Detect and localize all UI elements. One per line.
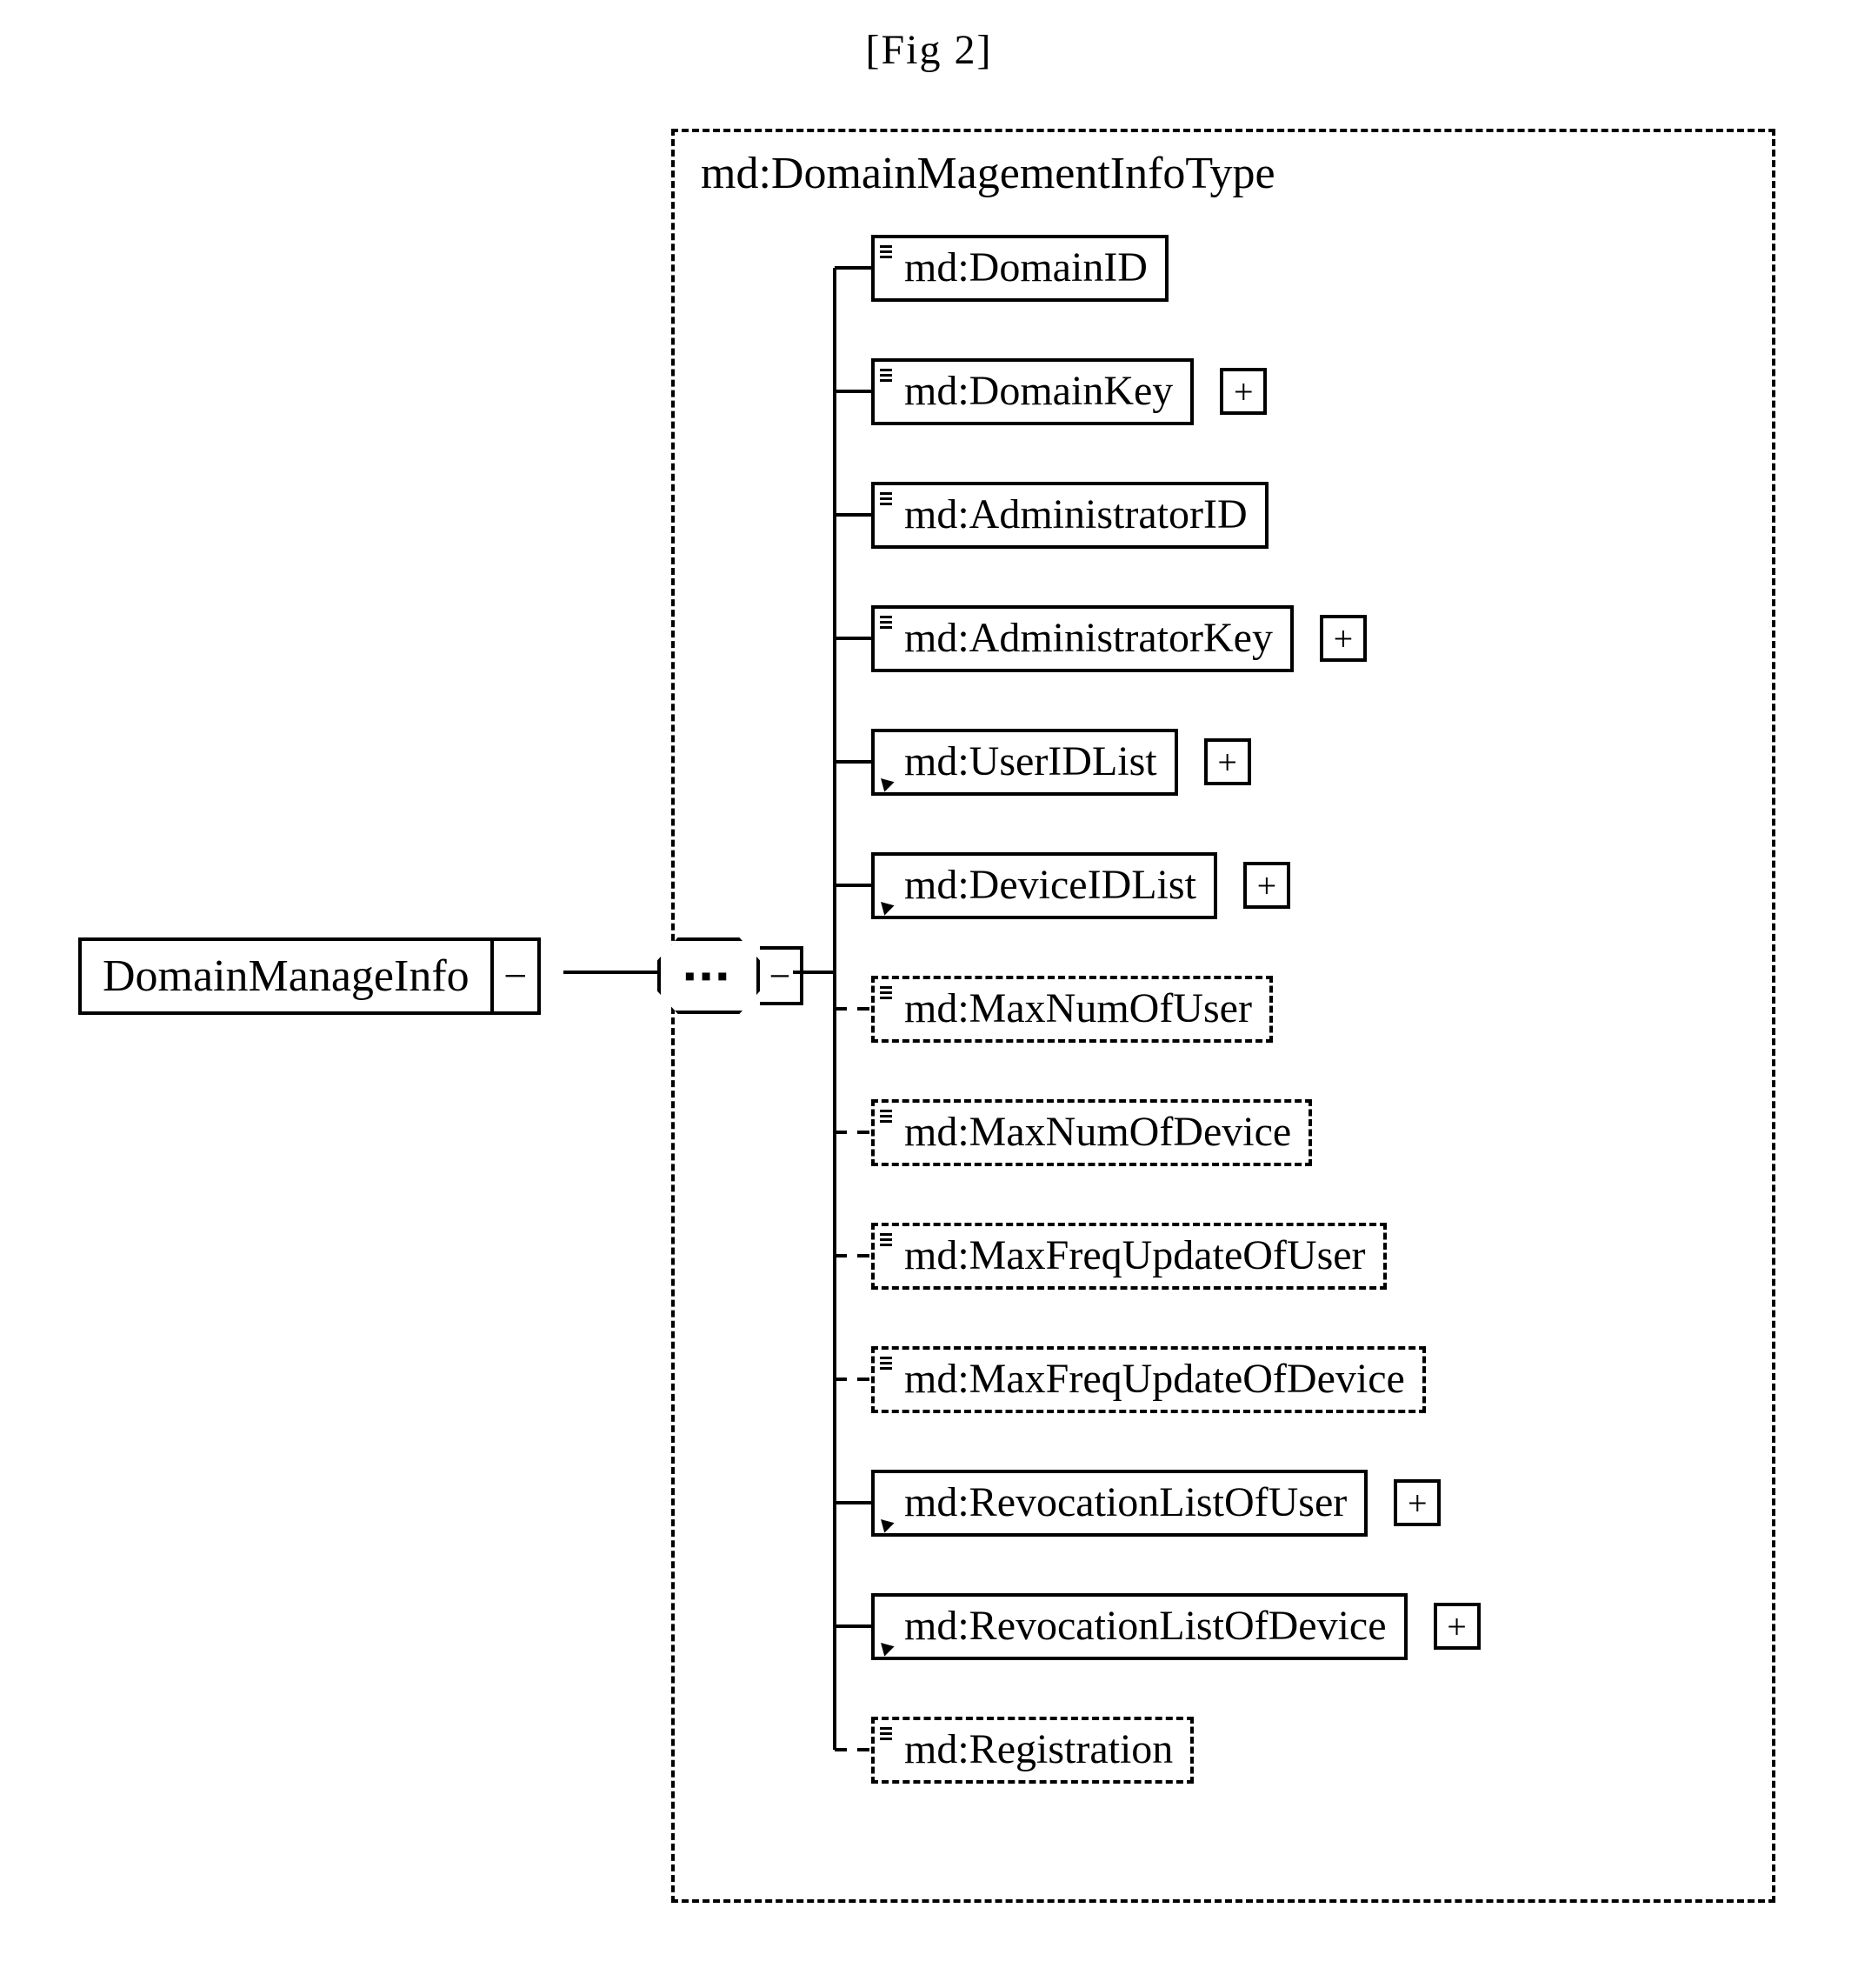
sequence-collapse-toggle[interactable]: − [760, 946, 803, 1005]
element-marker-icon [876, 1638, 894, 1656]
child-row: md:MaxFreqUpdateOfDevice [871, 1344, 1481, 1414]
child-row: md:AdministratorID [871, 480, 1481, 550]
figure-caption: [Fig 2] [0, 26, 1858, 74]
child-element: md:Registration [871, 1717, 1194, 1784]
element-marker-icon [880, 614, 894, 628]
child-element-label: md:UserIDList [904, 737, 1157, 785]
child-element: md:MaxFreqUpdateOfUser [871, 1223, 1387, 1290]
child-element-label: md:MaxFreqUpdateOfUser [904, 1231, 1366, 1279]
child-row: md:MaxNumOfUser [871, 974, 1481, 1044]
type-title: md:DomainMagementInfoType [701, 148, 1275, 199]
sequence-compositor: ▪▪▪ − [657, 937, 803, 1014]
child-element-label: md:MaxFreqUpdateOfDevice [904, 1355, 1405, 1403]
element-marker-icon [880, 1108, 894, 1122]
child-element: md:DomainID [871, 235, 1169, 302]
child-element: md:AdministratorKey [871, 605, 1294, 672]
element-marker-icon [876, 773, 894, 791]
element-marker-icon [876, 1514, 894, 1532]
child-element: md:DeviceIDList [871, 852, 1217, 919]
expand-toggle[interactable]: + [1320, 615, 1367, 662]
child-element: md:UserIDList [871, 729, 1178, 796]
child-row: md:DomainID [871, 233, 1481, 303]
root-element: DomainManageInfo − [78, 937, 541, 1015]
children-list: md:DomainIDmd:DomainKey+md:Administrator… [871, 233, 1481, 1785]
child-element: md:MaxNumOfDevice [871, 1099, 1312, 1166]
child-element-label: md:DomainKey [904, 367, 1173, 415]
element-marker-icon [880, 367, 894, 381]
child-element: md:RevocationListOfUser [871, 1470, 1368, 1537]
child-element-label: md:DomainID [904, 243, 1148, 291]
child-row: md:Registration [871, 1715, 1481, 1785]
child-row: md:RevocationListOfDevice + [871, 1591, 1481, 1661]
child-row: md:AdministratorKey + [871, 604, 1481, 673]
root-element-label: DomainManageInfo [78, 937, 494, 1015]
child-element: md:AdministratorID [871, 482, 1269, 549]
child-row: md:MaxNumOfDevice [871, 1097, 1481, 1167]
child-element-label: md:Registration [904, 1725, 1173, 1773]
element-marker-icon [880, 1231, 894, 1245]
element-marker-icon [880, 243, 894, 257]
child-row: md:UserIDList + [871, 727, 1481, 797]
child-element: md:MaxFreqUpdateOfDevice [871, 1346, 1426, 1413]
root-collapse-toggle[interactable]: − [494, 937, 541, 1015]
child-element: md:DomainKey [871, 358, 1194, 425]
child-element-label: md:MaxNumOfUser [904, 984, 1252, 1032]
child-element-label: md:RevocationListOfDevice [904, 1602, 1387, 1650]
child-element-label: md:RevocationListOfUser [904, 1478, 1347, 1526]
expand-toggle[interactable]: + [1394, 1479, 1441, 1526]
sequence-icon: ▪▪▪ [657, 937, 760, 1014]
child-row: md:MaxFreqUpdateOfUser [871, 1221, 1481, 1291]
page: [Fig 2] md:DomainMagementInfoType Domain… [0, 0, 1858, 1988]
child-element: md:MaxNumOfUser [871, 976, 1273, 1043]
expand-toggle[interactable]: + [1220, 368, 1267, 415]
expand-toggle[interactable]: + [1204, 738, 1251, 785]
element-marker-icon [876, 897, 894, 915]
element-marker-icon [880, 490, 894, 504]
child-element-label: md:AdministratorKey [904, 614, 1273, 662]
child-element-label: md:DeviceIDList [904, 861, 1196, 909]
child-element-label: md:AdministratorID [904, 490, 1248, 538]
element-marker-icon [880, 1355, 894, 1369]
child-row: md:RevocationListOfUser + [871, 1468, 1481, 1538]
expand-toggle[interactable]: + [1434, 1603, 1481, 1650]
element-marker-icon [880, 1725, 894, 1739]
expand-toggle[interactable]: + [1243, 862, 1290, 909]
child-row: md:DomainKey + [871, 357, 1481, 426]
child-row: md:DeviceIDList + [871, 851, 1481, 920]
child-element-label: md:MaxNumOfDevice [904, 1108, 1291, 1156]
element-marker-icon [880, 984, 894, 998]
child-element: md:RevocationListOfDevice [871, 1593, 1408, 1660]
